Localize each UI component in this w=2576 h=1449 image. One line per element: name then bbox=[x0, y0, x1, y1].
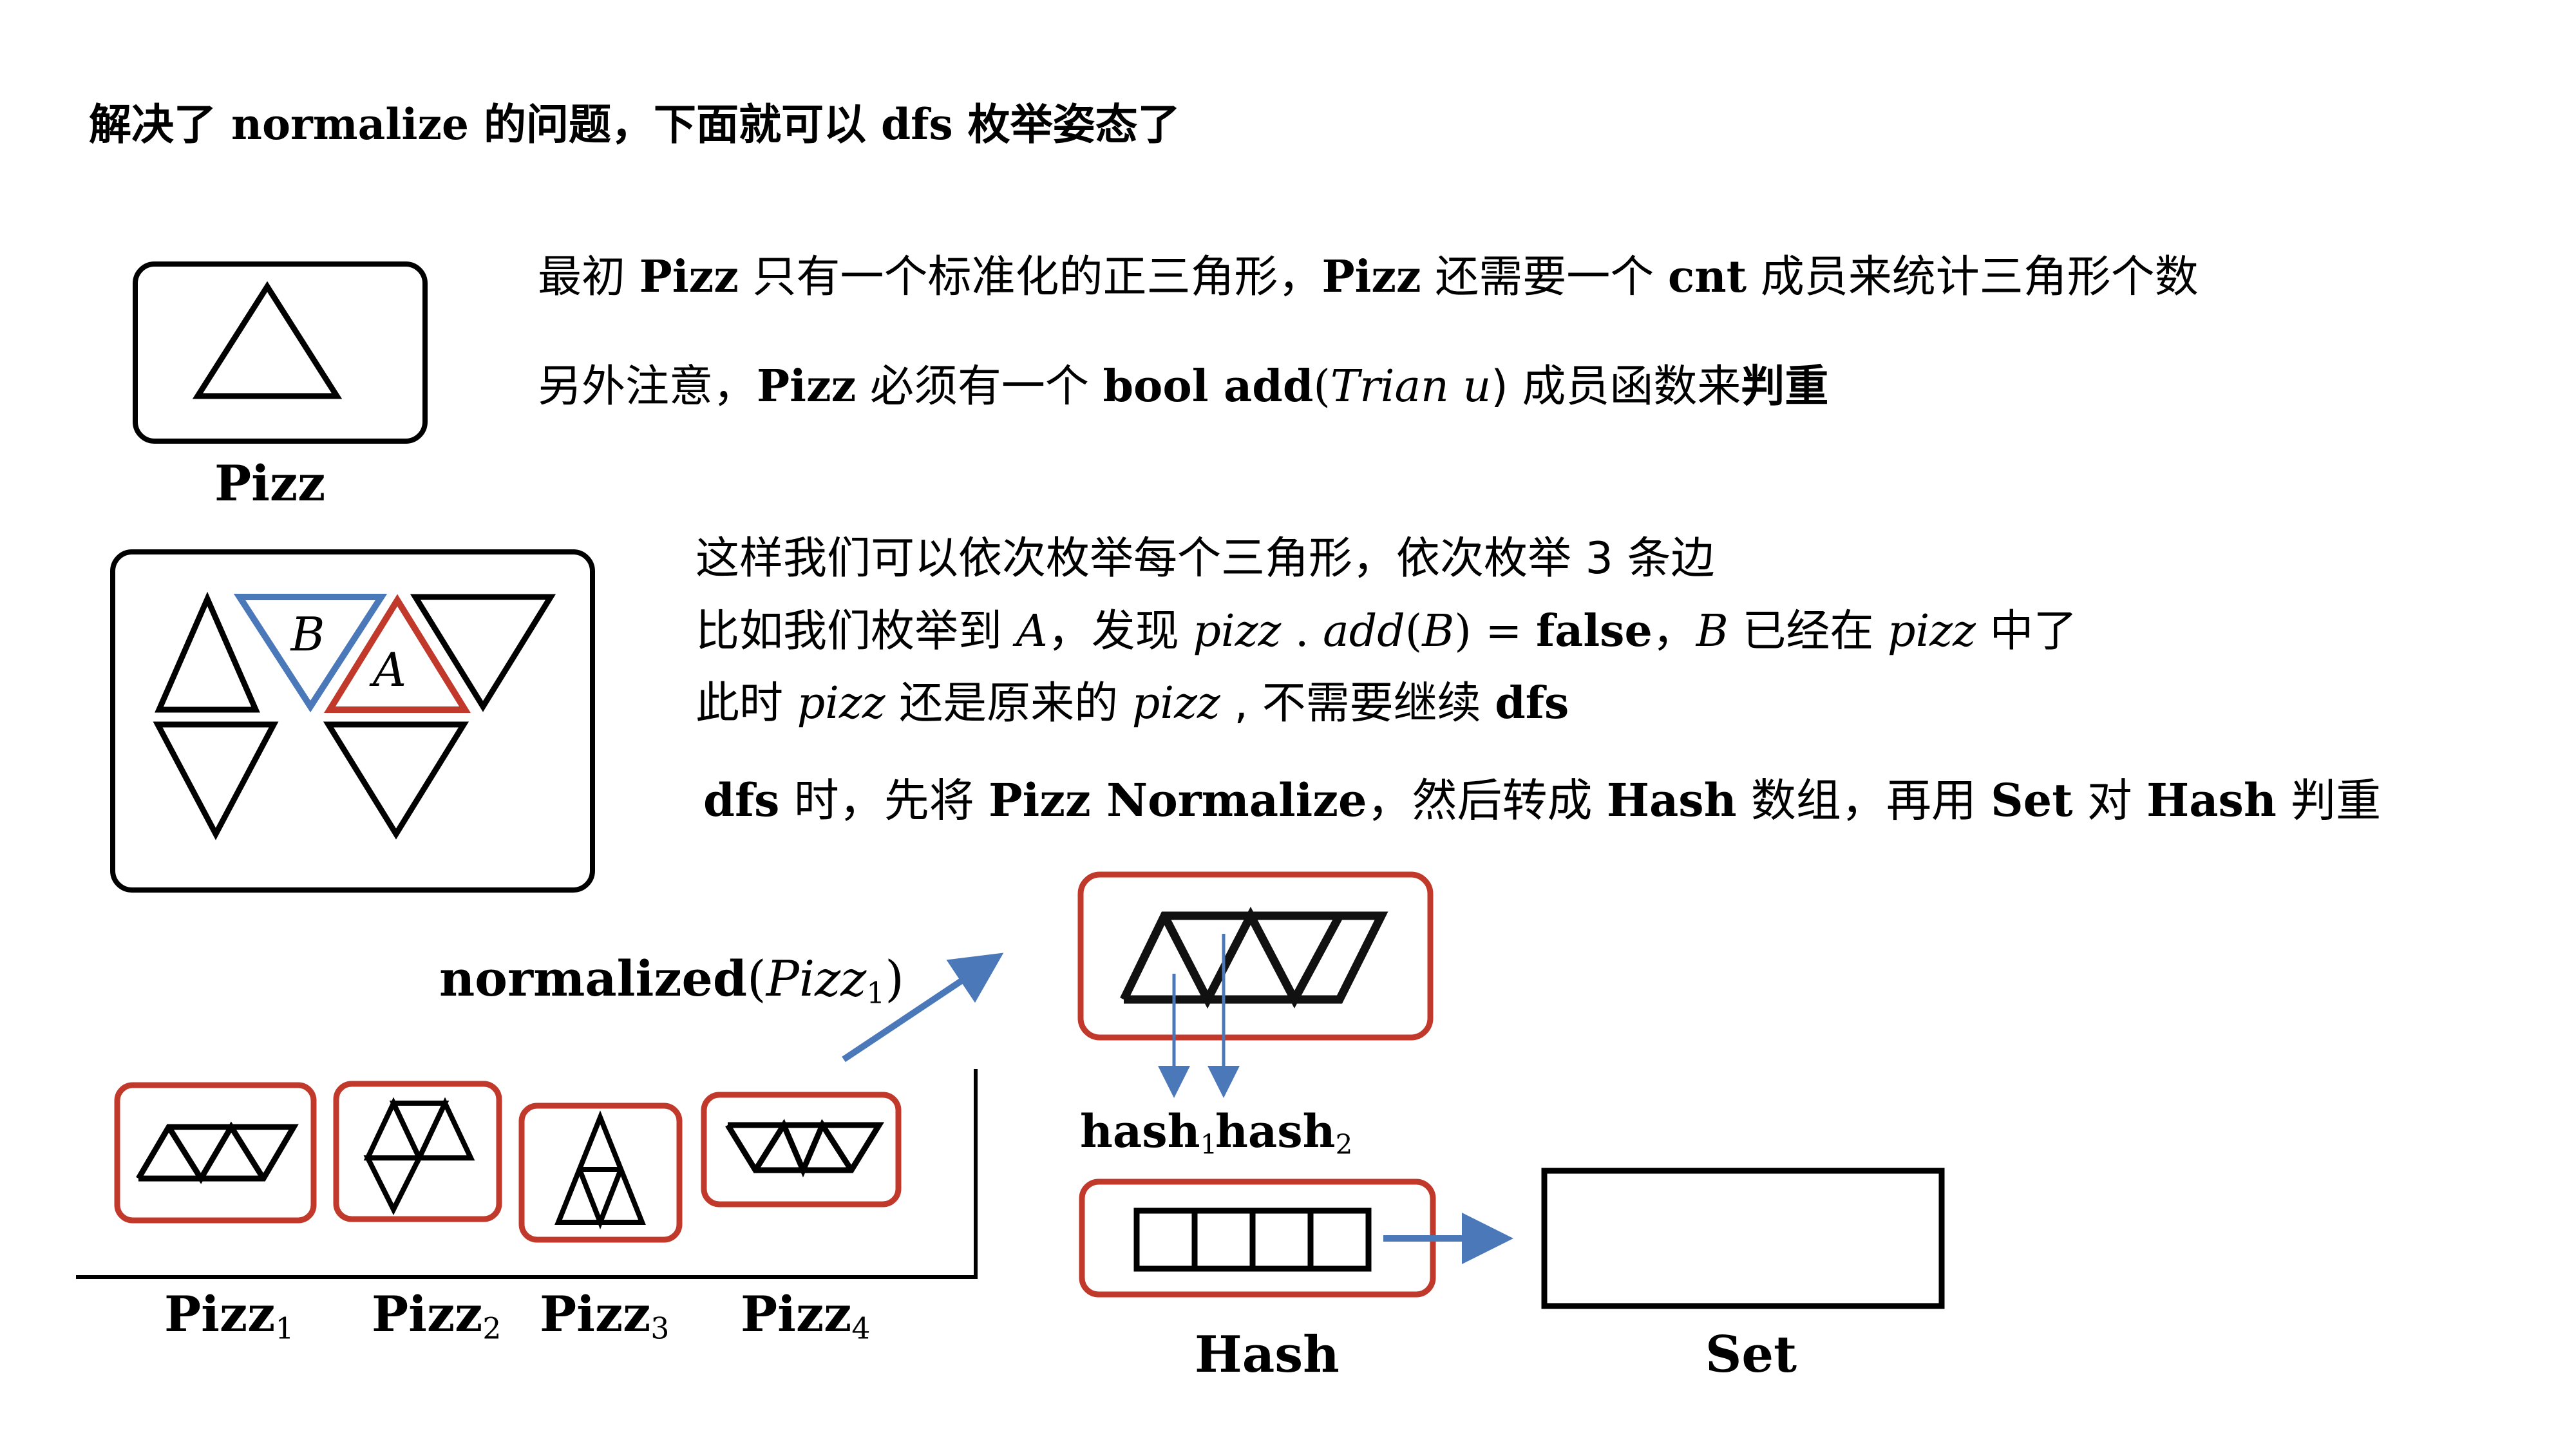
slide: 解决了 normalize 的问题，下面就可以 dfs 枚举姿态了 最初 Piz… bbox=[0, 0, 2576, 1449]
pizz-box bbox=[133, 261, 428, 444]
label-a: A bbox=[369, 643, 406, 697]
label-b: B bbox=[290, 607, 325, 661]
hash2-label: hash2 bbox=[1215, 1104, 1353, 1160]
normalized-label: normalized(Pizz1) bbox=[439, 950, 904, 1010]
enum-triangles bbox=[153, 591, 556, 840]
pizz4-label: Pizz4 bbox=[741, 1285, 871, 1346]
pizz2-label: Pizz2 bbox=[372, 1285, 502, 1346]
triangle-down-lower-right bbox=[323, 721, 469, 840]
pizz3-label: Pizz3 bbox=[540, 1285, 670, 1346]
triangle-down-right bbox=[410, 594, 556, 712]
pizz2-shape bbox=[363, 1097, 475, 1215]
enum-box bbox=[110, 549, 595, 893]
pizz4-shape bbox=[725, 1119, 885, 1178]
hash-label: Hash bbox=[1195, 1325, 1340, 1384]
normalized-shape bbox=[1120, 906, 1388, 1009]
set-label: Set bbox=[1705, 1325, 1797, 1384]
triangle-up-left bbox=[155, 591, 260, 713]
pizz-triangle bbox=[192, 281, 343, 399]
normalized-box bbox=[1077, 871, 1434, 1041]
set-box bbox=[1541, 1168, 1945, 1309]
hash1-label: hash1 bbox=[1080, 1104, 1218, 1160]
pizz-label: Pizz bbox=[214, 455, 326, 512]
diagram-canvas: B A bbox=[76, 261, 1945, 1309]
pizz1-shape bbox=[136, 1121, 299, 1184]
pizz3-shape bbox=[554, 1110, 646, 1230]
pizz4-box bbox=[701, 1092, 902, 1208]
triangle-down-lower-left bbox=[153, 721, 279, 840]
hash-array bbox=[1133, 1208, 1372, 1272]
pizz1-label: Pizz1 bbox=[164, 1285, 294, 1346]
